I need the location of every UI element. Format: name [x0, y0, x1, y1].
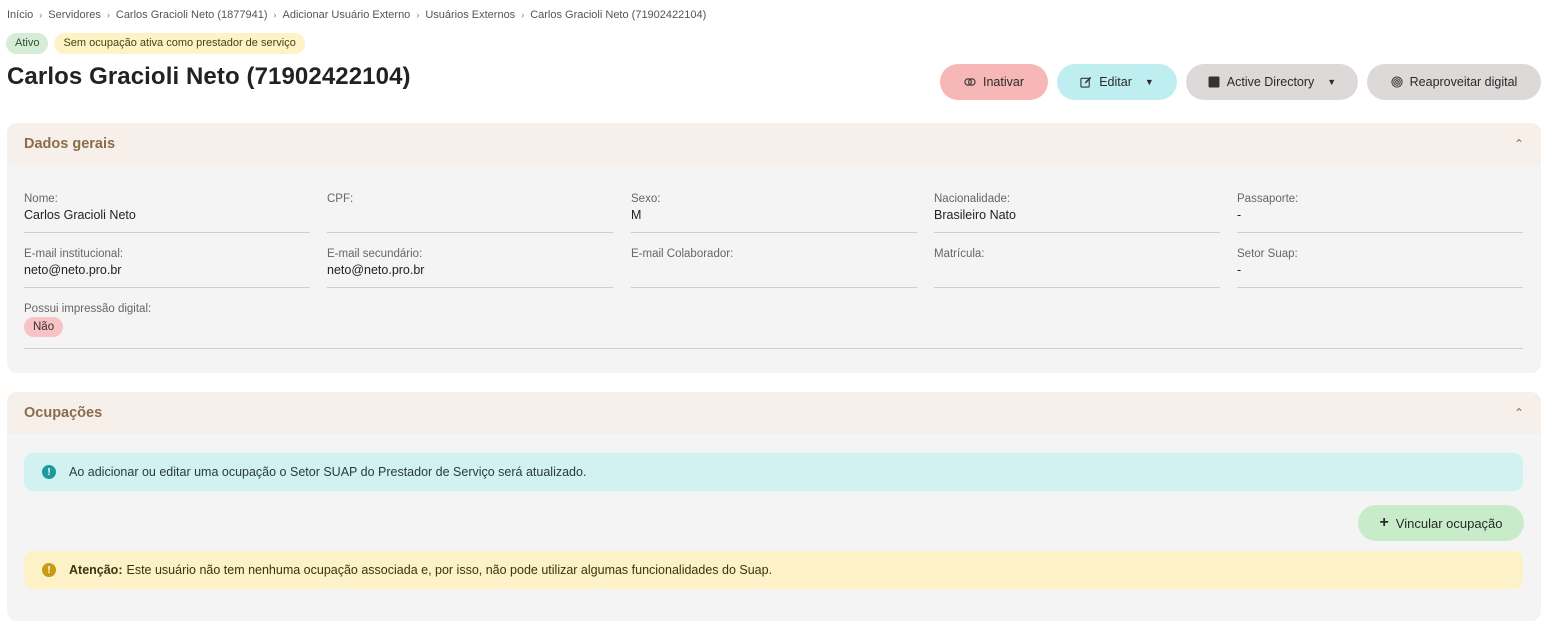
field-label: Sexo: [631, 193, 661, 205]
chevron-right-icon: › [106, 10, 110, 20]
field-label: Passaporte: [1237, 193, 1299, 205]
field-value: - [1237, 208, 1242, 222]
field-value: neto@neto.pro.br [327, 263, 425, 277]
status-badges: Ativo Sem ocupação ativa como prestador … [6, 33, 305, 54]
status-badge-no-occupation: Sem ocupação ativa como prestador de ser… [54, 33, 305, 54]
square-icon [1208, 76, 1220, 88]
field-email-secundario: E-mail secundário: neto@neto.pro.br [327, 245, 613, 288]
fingerprint-icon [1391, 76, 1403, 88]
field-email-institucional: E-mail institucional: neto@neto.pro.br [24, 245, 310, 288]
field-value: neto@neto.pro.br [24, 263, 122, 277]
reuse-fingerprint-button[interactable]: Reaproveitar digital [1367, 64, 1541, 100]
field-label: Possui impressão digital: [24, 303, 152, 315]
reuse-fingerprint-label: Reaproveitar digital [1409, 75, 1518, 89]
breadcrumb-adicionar-usuario[interactable]: Adicionar Usuário Externo [283, 9, 411, 21]
field-matricula: Matrícula: [934, 245, 1220, 288]
edit-icon [1080, 76, 1092, 88]
general-data-panel: Dados gerais ⌃ Nome: Carlos Gracioli Net… [7, 123, 1541, 373]
field-label: Matrícula: [934, 248, 985, 260]
field-label: Setor Suap: [1237, 248, 1298, 260]
general-data-header[interactable]: Dados gerais ⌃ [7, 123, 1541, 165]
field-passaporte: Passaporte: - [1237, 190, 1523, 233]
field-impressao-digital: Possui impressão digital: Não [24, 300, 1523, 349]
chevron-down-icon: ▼ [1327, 77, 1337, 87]
chevron-down-icon: ▼ [1144, 77, 1154, 87]
breadcrumb-current: Carlos Gracioli Neto (71902422104) [530, 9, 707, 21]
info-icon: ! [42, 465, 56, 479]
field-label: Nacionalidade: [934, 193, 1011, 205]
action-bar: Inativar Editar ▼ Active Directory ▼ Rea… [940, 64, 1541, 100]
toggle-icon [964, 78, 976, 86]
field-label: E-mail Colaborador: [631, 248, 734, 260]
field-sexo: Sexo: M [631, 190, 917, 233]
breadcrumb-servidores[interactable]: Servidores [48, 9, 101, 21]
inactivate-button[interactable]: Inativar [940, 64, 1048, 100]
occupations-panel: Ocupações ⌃ ! Ao adicionar ou editar uma… [7, 392, 1541, 621]
active-directory-label: Active Directory [1226, 75, 1315, 89]
chevron-right-icon: › [521, 10, 525, 20]
field-value: Carlos Gracioli Neto [24, 208, 136, 222]
field-value: M [631, 208, 642, 222]
link-occupation-button[interactable]: + Vincular ocupação [1358, 505, 1524, 541]
chevron-up-icon[interactable]: ⌃ [1514, 137, 1524, 151]
occupations-title: Ocupações [24, 405, 103, 421]
field-email-colaborador: E-mail Colaborador: [631, 245, 917, 288]
status-badge-active: Ativo [6, 33, 49, 54]
field-label: E-mail institucional: [24, 248, 124, 260]
chevron-right-icon: › [416, 10, 420, 20]
status-badge-no: Não [24, 317, 64, 337]
field-label: CPF: [327, 193, 354, 205]
chevron-up-icon[interactable]: ⌃ [1514, 406, 1524, 420]
field-label: Nome: [24, 193, 58, 205]
chevron-right-icon: › [273, 10, 277, 20]
field-setor-suap: Setor Suap: - [1237, 245, 1523, 288]
field-value: Brasileiro Nato [934, 208, 1016, 222]
page-title: Carlos Gracioli Neto (71902422104) [7, 63, 411, 90]
info-alert: ! Ao adicionar ou editar uma ocupação o … [24, 453, 1523, 491]
field-nacionalidade: Nacionalidade: Brasileiro Nato [934, 190, 1220, 233]
field-nome: Nome: Carlos Gracioli Neto [24, 190, 310, 233]
field-cpf: CPF: [327, 190, 613, 233]
field-value: - [1237, 263, 1242, 277]
occupations-header[interactable]: Ocupações ⌃ [7, 392, 1541, 434]
link-occupation-label: Vincular ocupação [1395, 515, 1503, 531]
breadcrumb-usuarios-externos[interactable]: Usuários Externos [425, 9, 515, 21]
edit-button[interactable]: Editar ▼ [1057, 64, 1177, 100]
info-alert-text: Ao adicionar ou editar uma ocupação o Se… [69, 465, 587, 479]
warning-icon: ! [42, 563, 56, 577]
inactivate-label: Inativar [983, 75, 1024, 89]
breadcrumb-inicio[interactable]: Início [7, 9, 33, 21]
chevron-right-icon: › [39, 10, 43, 20]
general-data-title: Dados gerais [24, 136, 116, 152]
warning-alert: ! Atenção: Este usuário não tem nenhuma … [24, 551, 1523, 589]
plus-icon: + [1379, 514, 1389, 531]
breadcrumb-servidor[interactable]: Carlos Gracioli Neto (1877941) [116, 9, 268, 21]
general-data-fields: Nome: Carlos Gracioli Neto CPF: Sexo: M … [7, 165, 1541, 349]
warning-label: Atenção: [69, 563, 123, 577]
warning-alert-text: Este usuário não tem nenhuma ocupação as… [126, 563, 773, 577]
breadcrumb: Início › Servidores › Carlos Gracioli Ne… [7, 9, 706, 21]
active-directory-button[interactable]: Active Directory ▼ [1186, 64, 1358, 100]
field-label: E-mail secundário: [327, 248, 423, 260]
edit-label: Editar [1099, 75, 1132, 89]
